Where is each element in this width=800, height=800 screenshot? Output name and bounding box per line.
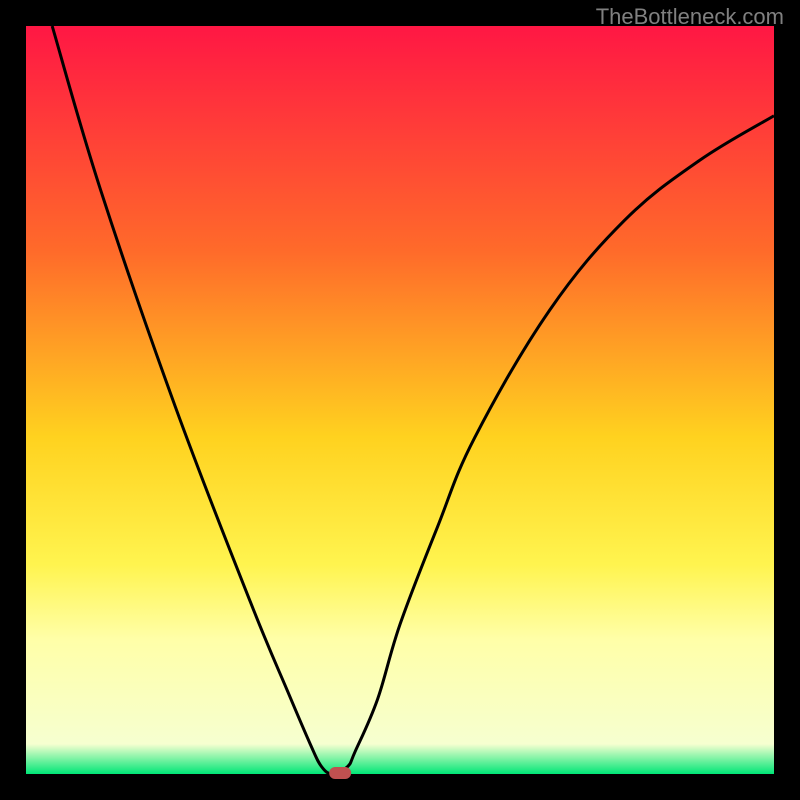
plot-background [26, 26, 774, 774]
optimum-marker [329, 767, 351, 779]
chart-frame: TheBottleneck.com [0, 0, 800, 800]
watermark-text: TheBottleneck.com [596, 4, 784, 30]
bottleneck-chart [0, 0, 800, 800]
